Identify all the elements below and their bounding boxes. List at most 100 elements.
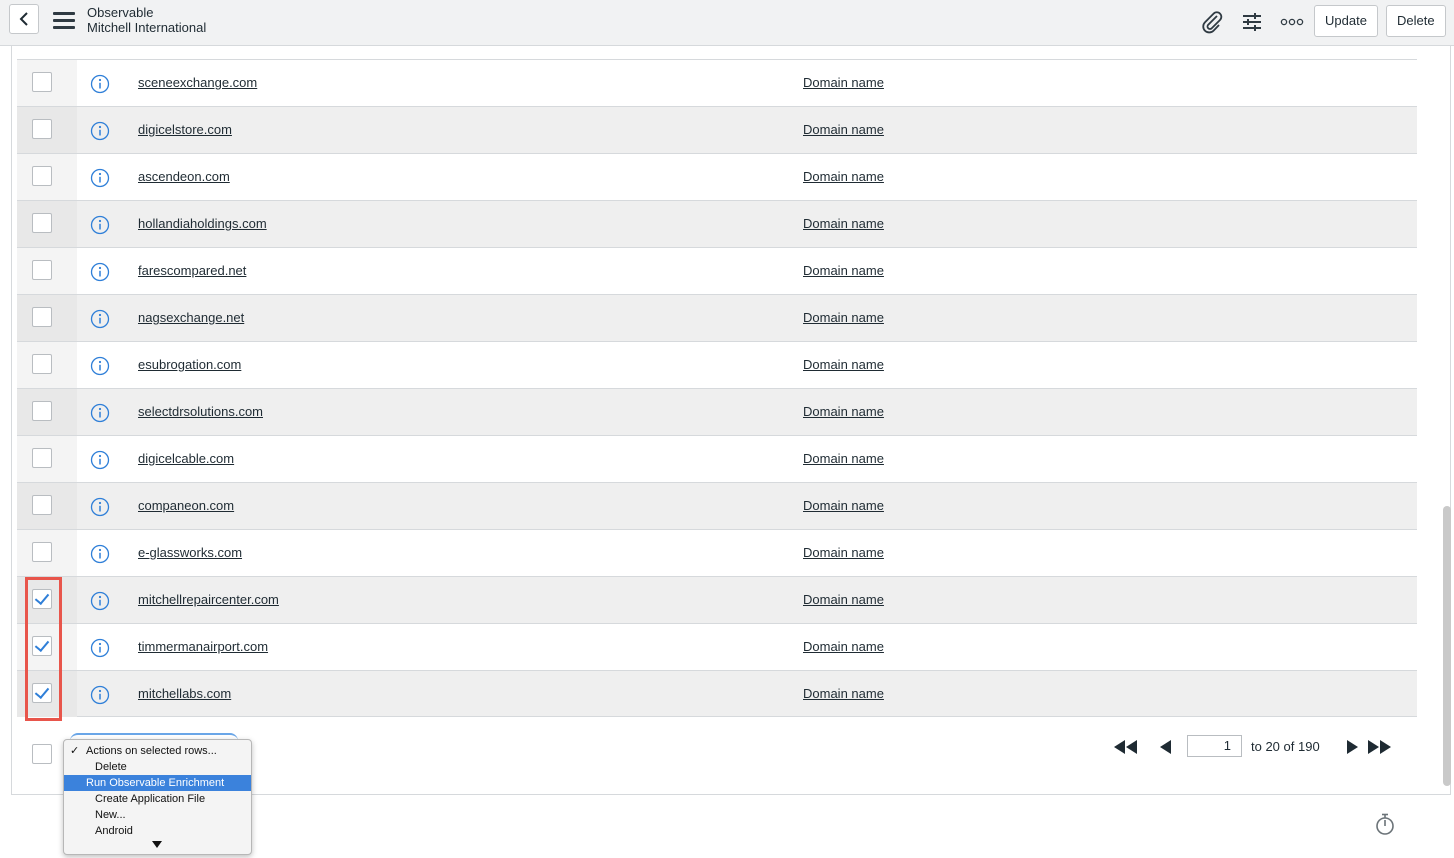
table-row: digicelcable.com Domain name xyxy=(17,435,1417,482)
row-select-cell xyxy=(17,530,77,576)
info-icon[interactable] xyxy=(90,215,110,235)
row-checkbox[interactable] xyxy=(32,354,52,374)
row-checkbox[interactable] xyxy=(32,401,52,421)
row-checkbox[interactable] xyxy=(32,260,52,280)
selection-highlight-box xyxy=(25,577,62,721)
row-checkbox[interactable] xyxy=(32,72,52,92)
row-select-cell xyxy=(17,248,77,294)
last-page-icon[interactable] xyxy=(1367,740,1393,754)
previous-page-icon[interactable] xyxy=(1152,740,1178,754)
page-number-input[interactable]: 1 xyxy=(1187,735,1242,757)
type-link[interactable]: Domain name xyxy=(803,310,884,325)
row-checkbox[interactable] xyxy=(32,542,52,562)
info-icon[interactable] xyxy=(90,497,110,517)
table-row: mitchellabs.com Domain name xyxy=(17,670,1417,717)
more-options-icon[interactable] xyxy=(1279,9,1305,35)
menu-item-run-observable-enrichment[interactable]: Run Observable Enrichment xyxy=(64,775,251,791)
type-link[interactable]: Domain name xyxy=(803,451,884,466)
row-checkbox[interactable] xyxy=(32,307,52,327)
domain-link[interactable]: hollandiaholdings.com xyxy=(138,216,267,231)
attachment-icon[interactable] xyxy=(1199,9,1225,35)
domain-link[interactable]: companeon.com xyxy=(138,498,234,513)
row-select-cell xyxy=(17,154,77,200)
type-link[interactable]: Domain name xyxy=(803,545,884,560)
info-icon[interactable] xyxy=(90,638,110,658)
actions-dropdown-menu[interactable]: Actions on selected rows... Delete Run O… xyxy=(63,739,252,855)
row-checkbox[interactable] xyxy=(32,495,52,515)
domain-link[interactable]: timmermanairport.com xyxy=(138,639,268,654)
info-icon[interactable] xyxy=(90,450,110,470)
type-link[interactable]: Domain name xyxy=(803,498,884,513)
domain-link[interactable]: esubrogation.com xyxy=(138,357,241,372)
table-row: sceneexchange.com Domain name xyxy=(17,59,1417,106)
table-row: digicelstore.com Domain name xyxy=(17,106,1417,153)
row-select-cell xyxy=(17,60,77,106)
info-icon[interactable] xyxy=(90,168,110,188)
type-link[interactable]: Domain name xyxy=(803,263,884,278)
back-button[interactable] xyxy=(9,4,39,34)
type-link[interactable]: Domain name xyxy=(803,75,884,90)
response-time-icon[interactable] xyxy=(1374,812,1396,836)
type-link[interactable]: Domain name xyxy=(803,169,884,184)
type-link[interactable]: Domain name xyxy=(803,357,884,372)
domain-link[interactable]: digicelstore.com xyxy=(138,122,232,137)
type-link[interactable]: Domain name xyxy=(803,122,884,137)
type-link[interactable]: Domain name xyxy=(803,216,884,231)
update-button[interactable]: Update xyxy=(1314,5,1378,37)
settings-sliders-icon[interactable] xyxy=(1239,9,1265,35)
menu-item-delete[interactable]: Delete xyxy=(64,759,251,775)
domain-link[interactable]: ascendeon.com xyxy=(138,169,230,184)
info-icon[interactable] xyxy=(90,403,110,423)
row-checkbox[interactable] xyxy=(32,448,52,468)
table-row: ascendeon.com Domain name xyxy=(17,153,1417,200)
domain-link[interactable]: sceneexchange.com xyxy=(138,75,257,90)
record-title-block: Observable Mitchell International xyxy=(87,5,206,35)
domain-link[interactable]: mitchellrepaircenter.com xyxy=(138,592,279,607)
type-link[interactable]: Domain name xyxy=(803,639,884,654)
info-icon[interactable] xyxy=(90,74,110,94)
hamburger-menu-icon[interactable] xyxy=(53,12,75,29)
menu-scroll-down-icon[interactable] xyxy=(152,841,162,848)
table-row: mitchellrepaircenter.com Domain name xyxy=(17,576,1417,623)
info-icon[interactable] xyxy=(90,262,110,282)
row-checkbox[interactable] xyxy=(32,213,52,233)
domain-link[interactable]: selectdrsolutions.com xyxy=(138,404,263,419)
type-link[interactable]: Domain name xyxy=(803,686,884,701)
page-title: Observable xyxy=(87,5,154,20)
first-page-icon[interactable] xyxy=(1113,740,1139,754)
info-icon[interactable] xyxy=(90,309,110,329)
info-icon[interactable] xyxy=(90,356,110,376)
row-select-cell xyxy=(17,342,77,388)
menu-item-new[interactable]: New... xyxy=(64,807,251,823)
next-page-icon[interactable] xyxy=(1340,740,1366,754)
menu-item-create-application-file[interactable]: Create Application File xyxy=(64,791,251,807)
info-icon[interactable] xyxy=(90,121,110,141)
info-icon[interactable] xyxy=(90,685,110,705)
table-row: esubrogation.com Domain name xyxy=(17,341,1417,388)
form-header: Observable Mitchell International Update… xyxy=(0,0,1454,46)
table-row: nagsexchange.net Domain name xyxy=(17,294,1417,341)
pagination-range-text: to 20 of 190 xyxy=(1251,739,1320,754)
row-select-cell xyxy=(17,201,77,247)
domain-link[interactable]: nagsexchange.net xyxy=(138,310,244,325)
domain-link[interactable]: digicelcable.com xyxy=(138,451,234,466)
menu-item-actions-placeholder[interactable]: Actions on selected rows... xyxy=(64,743,251,759)
select-all-checkbox[interactable] xyxy=(32,744,52,764)
domain-link[interactable]: mitchellabs.com xyxy=(138,686,231,701)
table-row: farescompared.net Domain name xyxy=(17,247,1417,294)
type-link[interactable]: Domain name xyxy=(803,592,884,607)
row-checkbox[interactable] xyxy=(32,166,52,186)
menu-item-android[interactable]: Android xyxy=(64,823,251,839)
delete-button[interactable]: Delete xyxy=(1386,5,1446,37)
page-subtitle: Mitchell International xyxy=(87,20,207,35)
info-icon[interactable] xyxy=(90,591,110,611)
domain-link[interactable]: e-glassworks.com xyxy=(138,545,242,560)
row-checkbox[interactable] xyxy=(32,119,52,139)
table-row: selectdrsolutions.com Domain name xyxy=(17,388,1417,435)
info-icon[interactable] xyxy=(90,544,110,564)
row-select-cell xyxy=(17,389,77,435)
type-link[interactable]: Domain name xyxy=(803,404,884,419)
domain-link[interactable]: farescompared.net xyxy=(138,263,246,278)
table-row: hollandiaholdings.com Domain name xyxy=(17,200,1417,247)
vertical-scrollbar[interactable] xyxy=(1443,506,1451,786)
